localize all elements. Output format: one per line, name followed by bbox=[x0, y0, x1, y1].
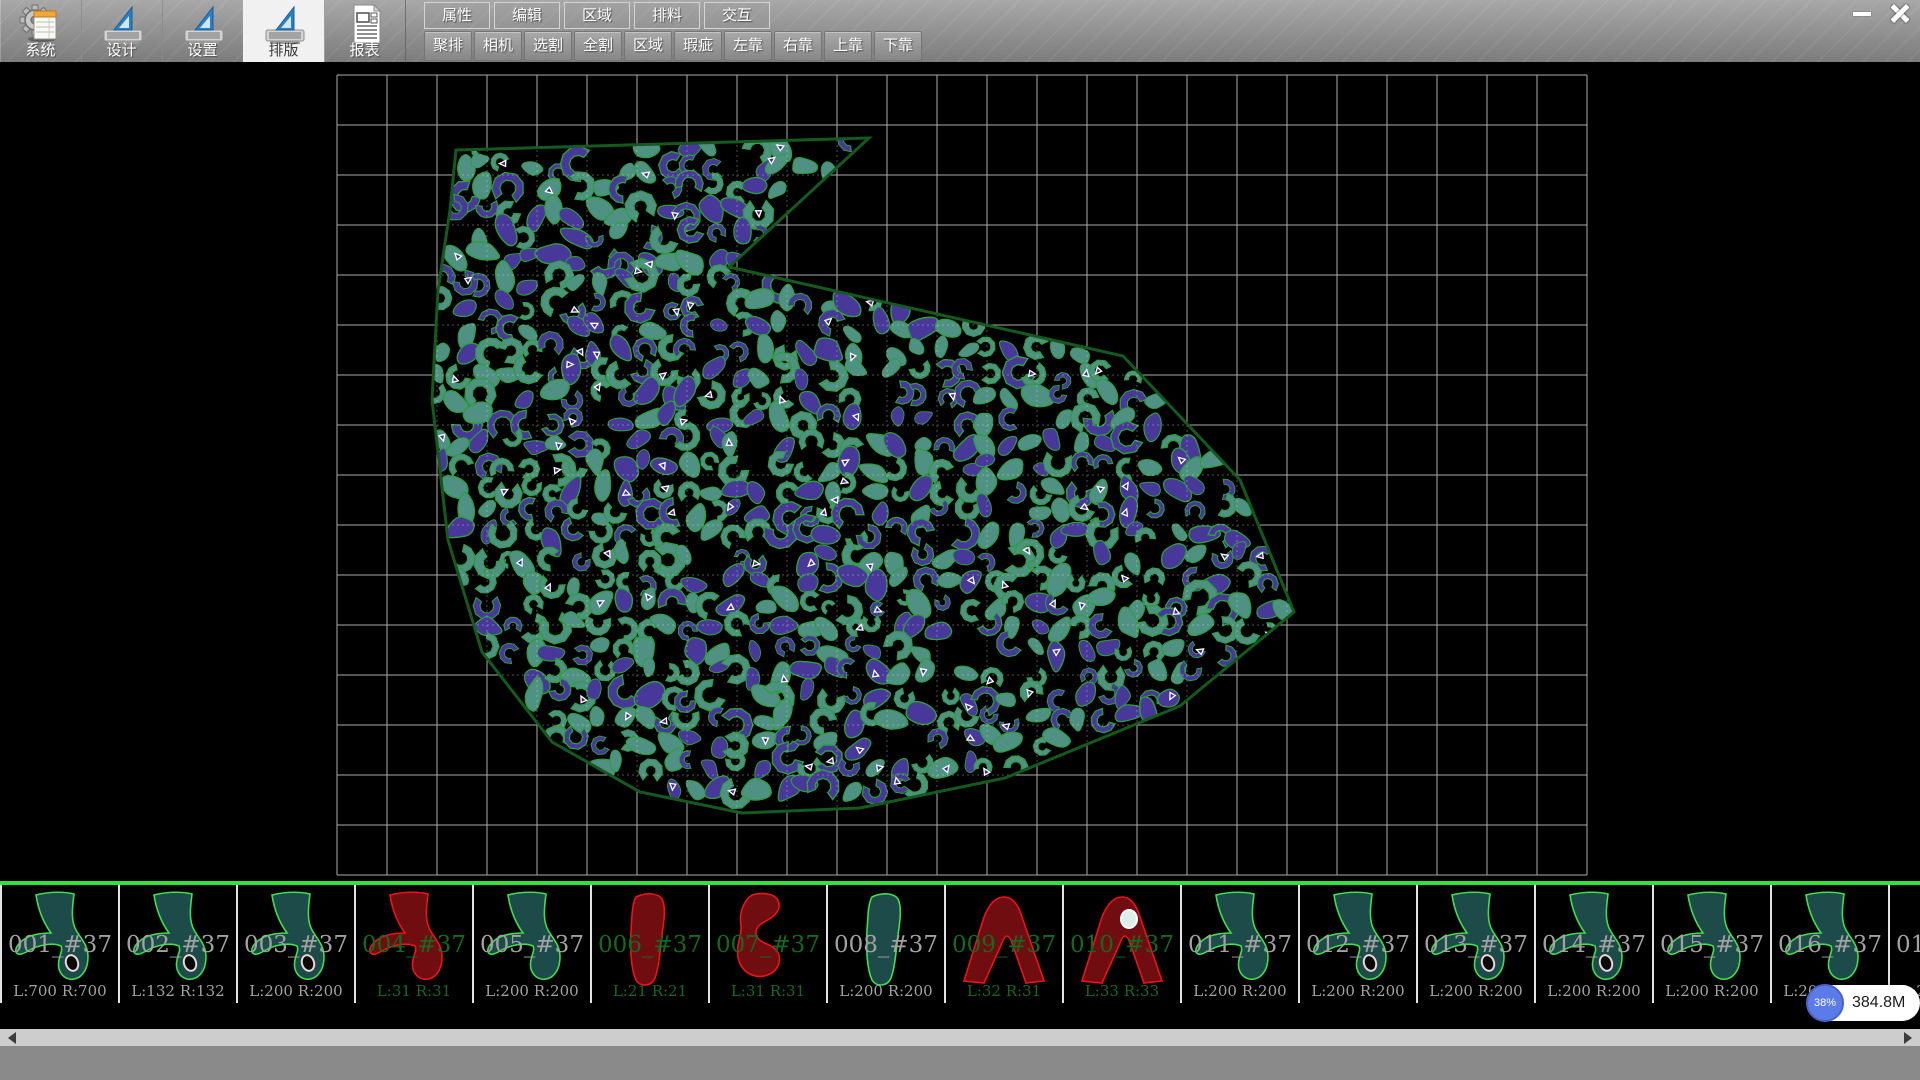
action-button-2[interactable]: 相机 bbox=[474, 31, 522, 61]
piece-thumbnail-9[interactable]: 009_#37 L:32 R:31 bbox=[946, 885, 1064, 1003]
piece-thumbnail-13[interactable]: 013_#37 L:200 R:200 bbox=[1418, 885, 1536, 1003]
piece-name: 014_#37 bbox=[1536, 932, 1652, 958]
scroll-left-icon[interactable] bbox=[8, 1032, 16, 1044]
minimize-icon[interactable] bbox=[1846, 2, 1878, 25]
app-button-3[interactable]: 设置 bbox=[162, 0, 244, 62]
action-button-3[interactable]: 选割 bbox=[524, 31, 572, 61]
piece-lr-count: L:200 R:200 bbox=[1182, 982, 1298, 1000]
piece-lr-count: L:32 R:31 bbox=[946, 982, 1062, 1000]
menu-tab-3[interactable]: 区域 bbox=[564, 2, 630, 29]
piece-name: 002_#37 bbox=[120, 932, 236, 958]
status-bar bbox=[0, 1046, 1920, 1080]
piece-name: 016_#37 bbox=[1772, 932, 1888, 958]
piece-name: 012_#37 bbox=[1300, 932, 1416, 958]
piece-thumbnail-1[interactable]: 001_#37 L:700 R:700 bbox=[2, 885, 120, 1003]
piece-name: 003_#37 bbox=[238, 932, 354, 958]
memory-percent-indicator: 38% bbox=[1806, 984, 1844, 1022]
layout-ruler-icon bbox=[261, 3, 307, 45]
action-button-5[interactable]: 区域 bbox=[624, 31, 672, 61]
app-button-2[interactable]: 设计 bbox=[81, 0, 163, 62]
menu-tab-4[interactable]: 排料 bbox=[634, 2, 700, 29]
piece-lr-count: L:200 R:200 bbox=[1300, 982, 1416, 1000]
app-button-4[interactable]: 排版 bbox=[243, 0, 325, 62]
action-button-bar: 聚排相机选割全割区域瑕疵左靠右靠上靠下靠 bbox=[424, 31, 922, 60]
menu-tab-5[interactable]: 交互 bbox=[704, 2, 770, 29]
piece-lr-count: L:200 R:200 bbox=[828, 982, 944, 1000]
piece-name: 001_#37 bbox=[2, 932, 118, 958]
menu-tab-1[interactable]: 属性 bbox=[424, 2, 490, 29]
app-button-1[interactable]: 系统 bbox=[0, 0, 82, 62]
piece-thumbnail-7[interactable]: 007_#37 L:31 R:31 bbox=[710, 885, 828, 1003]
app-button-label: 排版 bbox=[268, 43, 298, 59]
piece-thumbnail-6[interactable]: 006_#37 L:21 R:21 bbox=[592, 885, 710, 1003]
piece-thumbnail-2[interactable]: 002_#37 L:132 R:132 bbox=[120, 885, 238, 1003]
action-button-4[interactable]: 全割 bbox=[574, 31, 622, 61]
application-window: 系统设计设置排版报表 属性编辑区域排料交互 聚排相机选割全割区域瑕疵左靠右靠上靠… bbox=[0, 0, 1920, 1080]
piece-lr-count: L:700 R:700 bbox=[2, 982, 118, 1000]
piece-name: 015_#37 bbox=[1654, 932, 1770, 958]
settings-ruler-icon bbox=[180, 3, 226, 45]
menu-tab-2[interactable]: 编辑 bbox=[494, 2, 560, 29]
piece-name: 005_#37 bbox=[474, 932, 590, 958]
piece-name: 010_#37 bbox=[1064, 932, 1180, 958]
piece-lr-count: L:31 R:31 bbox=[710, 982, 826, 1000]
piece-name: 004_#37 bbox=[356, 932, 472, 958]
canvas-graphics bbox=[0, 62, 1920, 881]
piece-lr-count: L:200 R:200 bbox=[474, 982, 590, 1000]
scroll-right-icon[interactable] bbox=[1904, 1032, 1912, 1044]
main-toolbar: 系统设计设置排版报表 属性编辑区域排料交互 聚排相机选割全割区域瑕疵左靠右靠上靠… bbox=[0, 0, 1920, 63]
piece-lr-count: L:200 R:200 bbox=[1418, 982, 1534, 1000]
menu-tab-bar: 属性编辑区域排料交互 bbox=[424, 2, 770, 28]
app-button-label: 系统 bbox=[25, 43, 55, 59]
app-button-5[interactable]: 报表 bbox=[324, 0, 406, 62]
piece-lr-count: L:33 R:33 bbox=[1064, 982, 1180, 1000]
piece-thumbnail-14[interactable]: 014_#37 L:200 R:200 bbox=[1536, 885, 1654, 1003]
piece-thumbnail-4[interactable]: 004_#37 L:31 R:31 bbox=[356, 885, 474, 1003]
piece-thumbnail-10[interactable]: 010_#37 L:33 R:33 bbox=[1064, 885, 1182, 1003]
piece-thumbnail-12[interactable]: 012_#37 L:200 R:200 bbox=[1300, 885, 1418, 1003]
memory-badge: 38% 384.8M bbox=[1808, 985, 1920, 1021]
action-button-8[interactable]: 右靠 bbox=[774, 31, 822, 61]
piece-name: 013_#37 bbox=[1418, 932, 1534, 958]
piece-name: 017_#37 bbox=[1890, 932, 1920, 958]
action-button-9[interactable]: 上靠 bbox=[824, 31, 872, 61]
nesting-canvas[interactable] bbox=[0, 62, 1920, 881]
action-button-6[interactable]: 瑕疵 bbox=[674, 31, 722, 61]
piece-name: 011_#37 bbox=[1182, 932, 1298, 958]
app-button-label: 报表 bbox=[349, 43, 379, 59]
action-button-7[interactable]: 左靠 bbox=[724, 31, 772, 61]
app-button-label: 设置 bbox=[187, 43, 217, 59]
piece-name: 009_#37 bbox=[946, 932, 1062, 958]
design-ruler-icon bbox=[99, 3, 145, 45]
piece-lr-count: L:200 R:200 bbox=[238, 982, 354, 1000]
action-button-10[interactable]: 下靠 bbox=[874, 31, 922, 61]
piece-thumbnail-strip: 001_#37L:700 R:700002_#37L:132 R:132003_… bbox=[0, 885, 1920, 1003]
memory-percent-text: 38% bbox=[1814, 997, 1836, 1009]
piece-name: 007_#37 bbox=[710, 932, 826, 958]
piece-name: 006_#37 bbox=[592, 932, 708, 958]
piece-lr-count: L:31 R:31 bbox=[356, 982, 472, 1000]
action-button-1[interactable]: 聚排 bbox=[424, 31, 472, 61]
piece-thumbnail-15[interactable]: 015_#37 L:200 R:200 bbox=[1654, 885, 1772, 1003]
piece-lr-count: L:132 R:132 bbox=[120, 982, 236, 1000]
memory-value-text: 384.8M bbox=[1852, 994, 1905, 1012]
piece-lr-count: L:21 R:21 bbox=[592, 982, 708, 1000]
close-icon[interactable] bbox=[1884, 2, 1916, 25]
piece-lr-count: L:200 R:200 bbox=[1536, 982, 1652, 1000]
piece-thumbnail-5[interactable]: 005_#37 L:200 R:200 bbox=[474, 885, 592, 1003]
app-button-label: 设计 bbox=[106, 43, 136, 59]
piece-name: 008_#37 bbox=[828, 932, 944, 958]
piece-thumbnail-8[interactable]: 008_#37 L:200 R:200 bbox=[828, 885, 946, 1003]
piece-thumbnail-11[interactable]: 011_#37 L:200 R:200 bbox=[1182, 885, 1300, 1003]
system-gear-icon bbox=[18, 3, 64, 45]
horizontal-scrollbar[interactable] bbox=[0, 1029, 1920, 1046]
window-controls bbox=[1846, 2, 1916, 25]
report-doc-icon bbox=[342, 3, 388, 45]
piece-lr-count: L:200 R:200 bbox=[1654, 982, 1770, 1000]
piece-thumbnail-3[interactable]: 003_#37 L:200 R:200 bbox=[238, 885, 356, 1003]
